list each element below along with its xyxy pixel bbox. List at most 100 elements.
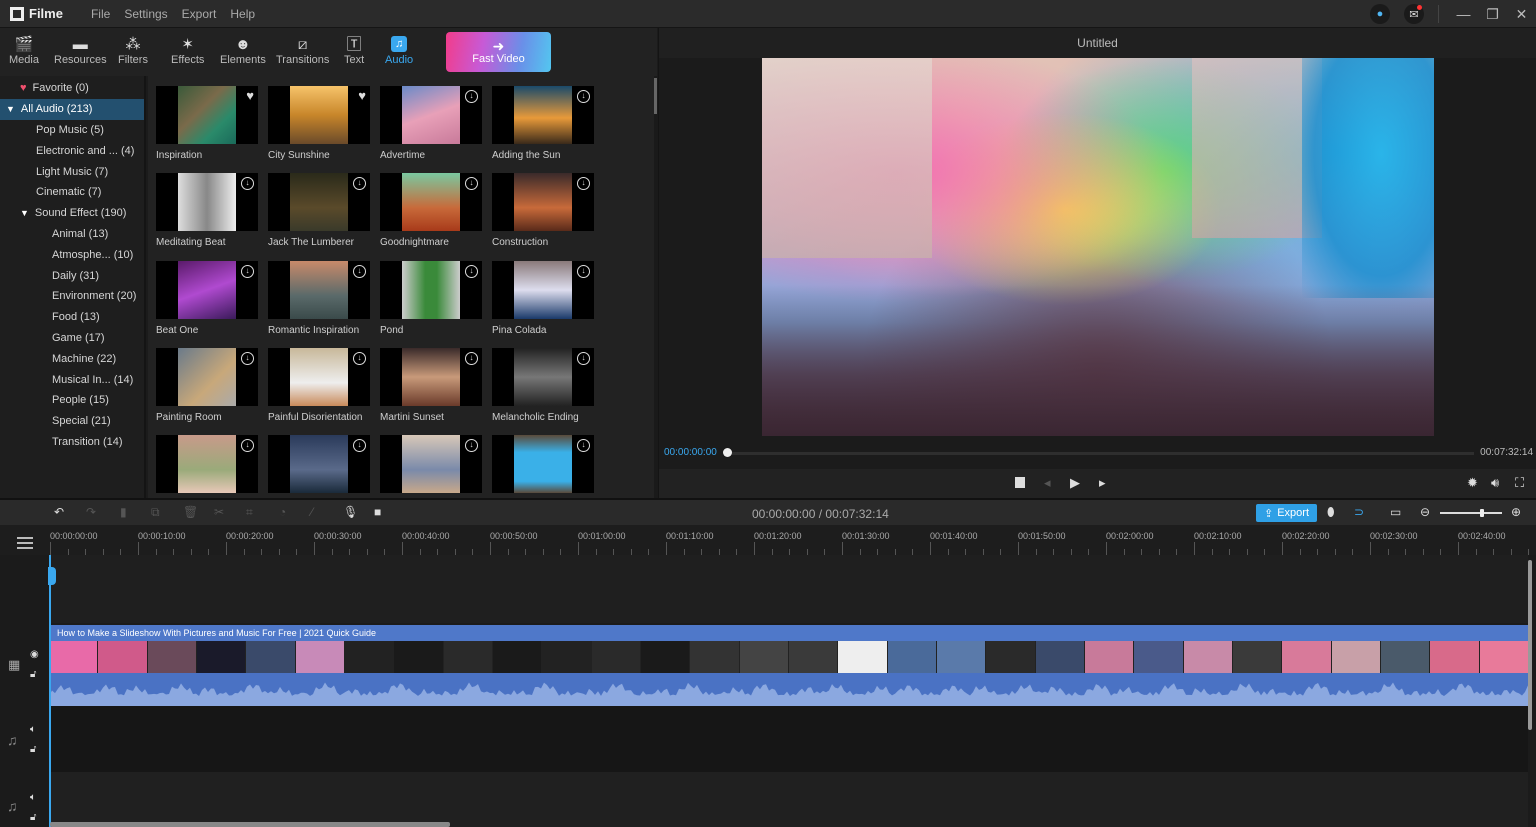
timeline-vertical-scrollbar[interactable] [1528, 560, 1532, 730]
eye-icon[interactable]: ◉ [30, 649, 39, 660]
menu-settings[interactable]: Settings [124, 7, 167, 21]
hamburger-menu-icon[interactable] [17, 537, 33, 549]
edit-pen-icon[interactable]: ⁄ [311, 505, 313, 519]
sidebar-item-favorite[interactable]: ♥ Favorite (0) [0, 78, 144, 99]
tab-elements[interactable]: ☻ Elements [220, 28, 266, 66]
audio-card[interactable]: ↓ Jack The Lumberer [268, 173, 370, 248]
audio-thumbnail[interactable]: ♥ [268, 86, 370, 144]
sidebar-item-sound-effect[interactable]: ▼ Sound Effect (190) [0, 203, 144, 224]
audio-card[interactable]: ↓ Painful Disorientation [268, 347, 370, 423]
zoom-out-icon[interactable]: ⊖ [1420, 505, 1430, 519]
marker-icon[interactable]: ⬮ [1327, 505, 1335, 520]
play-icon[interactable]: ▶ [1070, 475, 1080, 491]
download-icon[interactable]: ↓ [241, 177, 254, 191]
seek-handle[interactable] [723, 448, 732, 457]
audio-thumbnail[interactable]: ↓ [268, 173, 370, 232]
audio-card[interactable]: ↓ Construction [492, 173, 594, 248]
download-icon[interactable]: ↓ [353, 177, 366, 191]
download-icon[interactable]: ↓ [577, 264, 590, 278]
sidebar-item-sound-effect-category[interactable]: Atmosphe... (10) [0, 244, 144, 265]
sidebar-item-sound-effect-category[interactable]: Game (17) [0, 328, 144, 349]
export-button[interactable]: ⇪ Export [1256, 504, 1317, 522]
download-icon[interactable]: ↓ [353, 439, 366, 453]
settings-gear-icon[interactable]: ✹ [1467, 475, 1478, 491]
lock-icon[interactable]: 🔓︎ [30, 669, 36, 680]
audio-thumbnail[interactable]: ↓ [268, 347, 370, 406]
audio-thumbnail[interactable]: ↓ [492, 435, 594, 494]
fast-video-button[interactable]: ➜ Fast Video [446, 32, 551, 72]
sidebar-item-sound-effect-category[interactable]: Environment (20) [0, 286, 144, 307]
delete-icon[interactable]: 🗑︎ [183, 505, 198, 519]
favorite-heart-icon[interactable]: ♥ [246, 88, 254, 103]
previous-frame-icon[interactable]: ◂ [1044, 475, 1051, 491]
zoom-slider-handle[interactable] [1480, 509, 1484, 517]
sidebar-item-sound-effect-category[interactable]: Special (21) [0, 411, 144, 432]
copy-icon[interactable]: ▮ [120, 505, 127, 519]
audio-track-1[interactable] [49, 706, 1528, 772]
download-icon[interactable]: ↓ [241, 439, 254, 453]
download-icon[interactable]: ↓ [577, 90, 590, 103]
fit-timeline-icon[interactable]: ▭ [1390, 505, 1401, 519]
paste-icon[interactable]: ⧉ [151, 505, 160, 520]
mail-icon[interactable]: ✉ [1404, 4, 1424, 24]
download-icon[interactable]: ↓ [353, 351, 366, 365]
menu-file[interactable]: File [91, 7, 110, 21]
tab-filters[interactable]: ⁂ Filters [118, 28, 148, 66]
record-camera-icon[interactable]: ■ [374, 505, 381, 519]
audio-thumbnail[interactable]: ↓ [492, 347, 594, 406]
audio-card[interactable]: ↓ [268, 435, 370, 498]
account-icon[interactable]: ● [1370, 4, 1390, 24]
audio-thumbnail[interactable]: ↓ [492, 260, 594, 319]
download-icon[interactable]: ↓ [577, 351, 590, 365]
fullscreen-icon[interactable]: ⛶ [1515, 475, 1524, 491]
sidebar-item-category[interactable]: Cinematic (7) [0, 182, 144, 203]
audio-card[interactable]: ↓ [156, 435, 258, 498]
sidebar-item-category[interactable]: Light Music (7) [0, 161, 144, 182]
audio-card[interactable]: ↓ Painting Room [156, 347, 258, 423]
audio-card[interactable]: ↓ Martini Sunset [380, 347, 482, 423]
sidebar-item-sound-effect-category[interactable]: Food (13) [0, 307, 144, 328]
snap-magnet-icon[interactable]: ⊃ [1354, 505, 1364, 519]
download-icon[interactable]: ↓ [465, 264, 478, 278]
sidebar-item-sound-effect-category[interactable]: Musical In... (14) [0, 369, 144, 390]
tab-media[interactable]: 🎬 Media [9, 28, 39, 66]
stop-icon[interactable] [1015, 477, 1025, 488]
audio-thumbnail[interactable]: ↓ [380, 435, 482, 494]
zoom-in-icon[interactable]: ⊕ [1511, 505, 1521, 519]
download-icon[interactable]: ↓ [577, 439, 590, 453]
timeline-ruler[interactable]: 00:00:00:00 00:00:10:00 00:00:20:00 00:00:3… [0, 525, 1536, 555]
audio-card[interactable]: ↓ Romantic Inspiration [268, 260, 370, 336]
redo-icon[interactable]: ↷ [86, 505, 96, 519]
audio-thumbnail[interactable]: ↓ [380, 347, 482, 406]
audio-thumbnail[interactable]: ↓ [492, 173, 594, 232]
sidebar-item-sound-effect-category[interactable]: Machine (22) [0, 348, 144, 369]
audio-card[interactable]: ↓ Goodnightmare [380, 173, 482, 248]
restore-icon[interactable]: ❐ [1478, 6, 1507, 23]
close-icon[interactable]: ✕ [1507, 6, 1536, 23]
speaker-icon[interactable]: 🔈︎ [30, 724, 36, 735]
sidebar-item-sound-effect-category[interactable]: People (15) [0, 390, 144, 411]
sidebar-item-sound-effect-category[interactable]: Animal (13) [0, 224, 144, 245]
speaker-icon[interactable]: 🔈︎ [30, 792, 36, 803]
download-icon[interactable]: ↓ [577, 177, 590, 191]
sidebar-item-all-audio[interactable]: ▼ All Audio (213) [0, 98, 144, 120]
menu-help[interactable]: Help [230, 7, 255, 21]
audio-card[interactable]: ↓ Meditating Beat [156, 173, 258, 248]
download-icon[interactable]: ↓ [465, 351, 478, 365]
audio-card[interactable]: ↓ Pina Colada [492, 260, 594, 336]
audio-thumbnail[interactable]: ↓ [380, 86, 482, 144]
lock-icon[interactable]: 🔓︎ [30, 812, 36, 823]
audio-card[interactable]: ♥ Inspiration [156, 86, 258, 161]
audio-thumbnail[interactable]: ↓ [156, 347, 258, 406]
split-icon[interactable]: ✂ [214, 505, 224, 519]
sidebar-item-sound-effect-category[interactable]: Transition (14) [0, 432, 144, 453]
playhead[interactable] [49, 555, 51, 827]
tab-audio[interactable]: ♫ Audio [385, 28, 413, 66]
audio-card[interactable]: ↓ Beat One [156, 260, 258, 336]
audio-card[interactable]: ↓ Melancholic Ending [492, 347, 594, 423]
tab-effects[interactable]: ✶ Effects [171, 28, 204, 66]
next-frame-icon[interactable]: ▸ [1099, 475, 1106, 491]
download-icon[interactable]: ↓ [241, 264, 254, 278]
audio-thumbnail[interactable]: ↓ [156, 173, 258, 232]
undo-icon[interactable]: ↶ [54, 505, 64, 519]
